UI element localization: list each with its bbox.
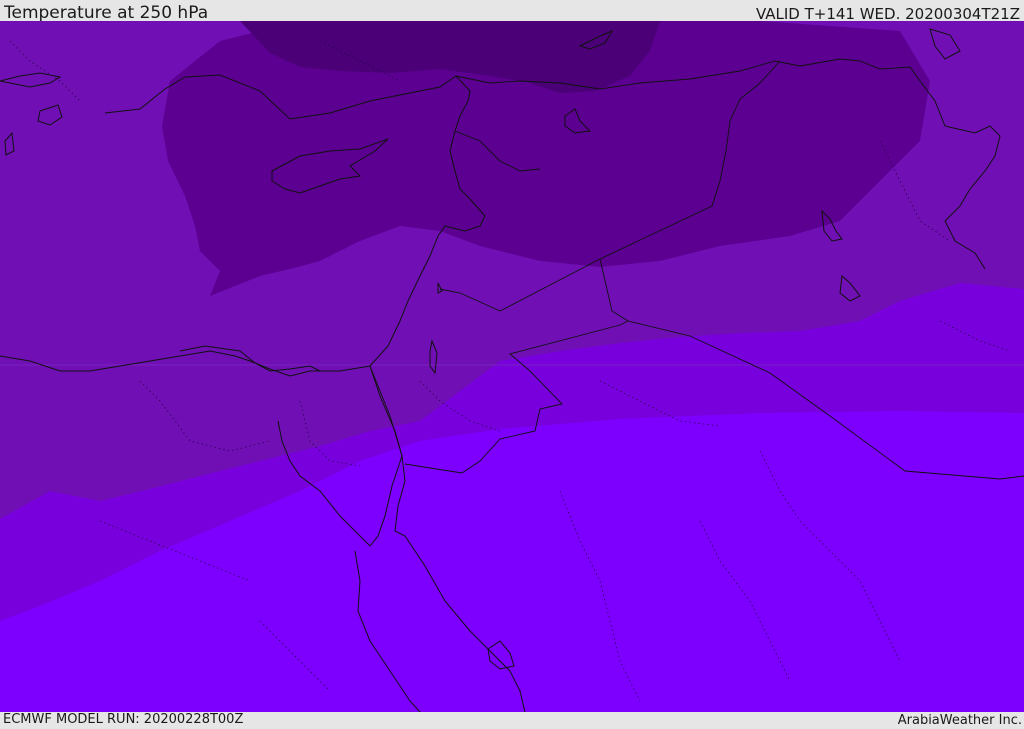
map-viewer: Temperature at 250 hPa VALID T+141 WED. … [0,0,1024,729]
map-canvas [0,21,1024,712]
credit-label: ArabiaWeather Inc. [897,713,1022,728]
temperature-map [0,21,1024,712]
header-bar: Temperature at 250 hPa VALID T+141 WED. … [0,0,1024,23]
model-run-label: ECMWF MODEL RUN: 20200228T00Z [3,712,244,727]
footer-bar: ECMWF MODEL RUN: 20200228T00Z ArabiaWeat… [0,712,1024,729]
map-title: Temperature at 250 hPa [4,3,209,23]
